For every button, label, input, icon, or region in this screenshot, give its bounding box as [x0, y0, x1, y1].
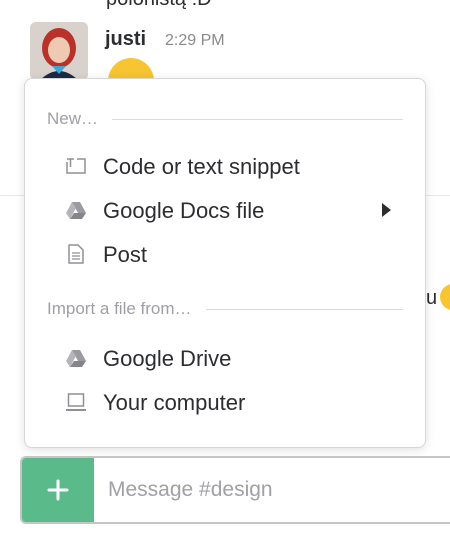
- submenu-arrow-icon: [382, 203, 391, 217]
- menu-item-label: Google Docs file: [103, 198, 265, 223]
- plus-icon: [47, 479, 69, 501]
- google-drive-icon: [65, 347, 87, 369]
- menu-item-google-docs[interactable]: Google Docs file: [25, 190, 425, 230]
- avatar[interactable]: [30, 22, 88, 80]
- menu-item-code-snippet[interactable]: Code or text snippet: [25, 146, 425, 186]
- section-header-label: New…: [47, 109, 99, 128]
- google-drive-icon: [65, 199, 87, 221]
- menu-item-google-drive[interactable]: Google Drive: [25, 338, 425, 378]
- section-divider: [205, 308, 403, 310]
- menu-item-label: Your computer: [103, 390, 246, 415]
- add-file-button[interactable]: [22, 458, 94, 522]
- laptop-icon: [65, 391, 87, 413]
- avatar-image: [30, 22, 88, 80]
- section-divider: [112, 118, 403, 120]
- section-header-label: Import a file from…: [47, 299, 192, 318]
- message-timestamp[interactable]: 2:29 PM: [165, 32, 225, 50]
- section-header-new: New…: [47, 109, 403, 129]
- post-document-icon: [65, 243, 87, 265]
- partial-emoji: [440, 284, 450, 310]
- chat-screen: polonistą :D justi 2:29 PM u New…: [0, 0, 450, 546]
- menu-item-label: Google Drive: [103, 346, 232, 371]
- menu-item-post[interactable]: Post: [25, 234, 425, 274]
- snippet-icon: [65, 155, 87, 177]
- file-upload-menu: New… Code or text snippet Google Docs fi: [24, 78, 426, 448]
- message-author[interactable]: justi: [105, 28, 146, 51]
- section-header-import: Import a file from…: [47, 299, 403, 319]
- previous-message-text: polonistą :D: [106, 0, 212, 11]
- message-composer: [20, 456, 450, 524]
- menu-item-label: Code or text snippet: [103, 154, 300, 179]
- partial-message-text: u: [426, 287, 438, 309]
- message-input[interactable]: [94, 458, 450, 522]
- menu-item-your-computer[interactable]: Your computer: [25, 382, 425, 422]
- menu-item-label: Post: [103, 242, 148, 267]
